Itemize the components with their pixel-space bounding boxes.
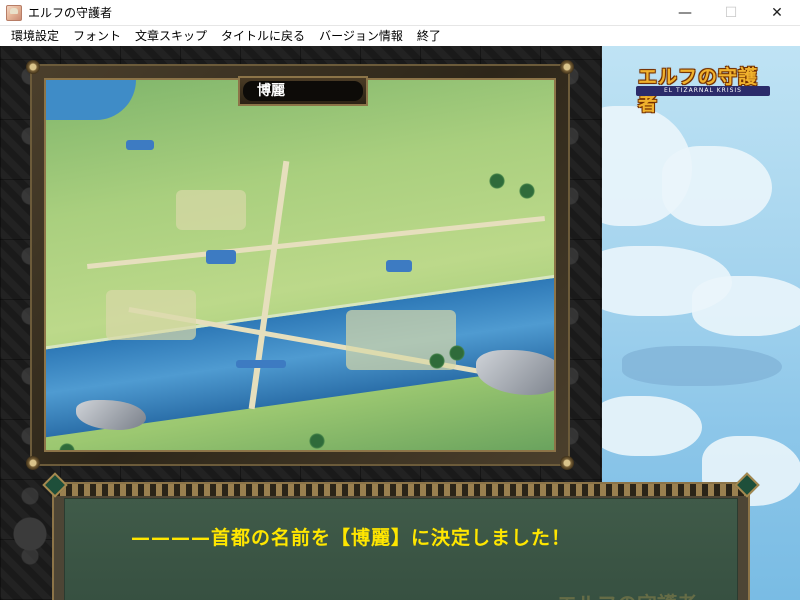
frame-corner-ornament [560, 456, 574, 470]
location-name: 博麗 [243, 81, 363, 101]
pond [206, 250, 236, 264]
menu-bar: 環境設定 フォント 文章スキップ タイトルに戻る バージョン情報 終了 [0, 26, 800, 46]
pond [236, 360, 286, 368]
tree-cluster [56, 440, 78, 450]
island-shape [622, 346, 782, 386]
tree-cluster [486, 170, 508, 192]
pond [126, 140, 154, 150]
window-controls: — ☐ ✕ [662, 0, 800, 26]
game-logo: エルフの守護者 EL TIZARNAL KRISIS [636, 62, 770, 115]
dialog-box[interactable]: ————首都の名前を【博麗】に決定しました！ エルフの守護者 [42, 472, 760, 600]
island-shape [692, 276, 800, 336]
location-label-box: 博麗 [238, 76, 368, 106]
menu-version-info[interactable]: バージョン情報 [312, 26, 410, 46]
dialog-message: ————首都の名前を【博麗】に決定しました！ [131, 527, 572, 549]
frame-corner-ornament [560, 60, 574, 74]
app-icon [6, 4, 22, 21]
tree-cluster [446, 342, 468, 364]
menu-exit[interactable]: 終了 [410, 26, 448, 46]
capital-map-image [44, 78, 556, 452]
close-button[interactable]: ✕ [754, 0, 800, 26]
dialog-border-pattern [54, 484, 748, 496]
frame-corner-ornament [26, 60, 40, 74]
menu-return-title[interactable]: タイトルに戻る [214, 26, 312, 46]
field [176, 190, 246, 230]
window-title-bar: エルフの守護者 — ☐ ✕ [0, 0, 800, 26]
menu-font[interactable]: フォント [66, 26, 128, 46]
island-shape [662, 146, 772, 226]
tree-cluster [306, 430, 328, 450]
tree-cluster [516, 180, 538, 202]
dialog-body: ————首都の名前を【博麗】に決定しました！ エルフの守護者 [64, 498, 738, 600]
pond [386, 260, 412, 272]
dialog-watermark: エルフの守護者 [557, 588, 697, 600]
tree-cluster [426, 350, 448, 372]
window-title: エルフの守護者 [28, 6, 113, 20]
island-shape [602, 396, 702, 456]
menu-text-skip[interactable]: 文章スキップ [128, 26, 214, 46]
frame-corner-ornament [26, 456, 40, 470]
side-ornament [0, 474, 50, 600]
minimize-button[interactable]: — [662, 0, 708, 26]
menu-settings[interactable]: 環境設定 [4, 26, 66, 46]
map-frame: 博麗 [26, 60, 574, 470]
game-viewport[interactable]: エルフの守護者 EL TIZARNAL KRISIS 博麗 ————首都の名前を… [0, 46, 800, 600]
field [106, 290, 196, 340]
maximize-button[interactable]: ☐ [708, 0, 754, 26]
logo-subtitle: EL TIZARNAL KRISIS [636, 86, 770, 96]
